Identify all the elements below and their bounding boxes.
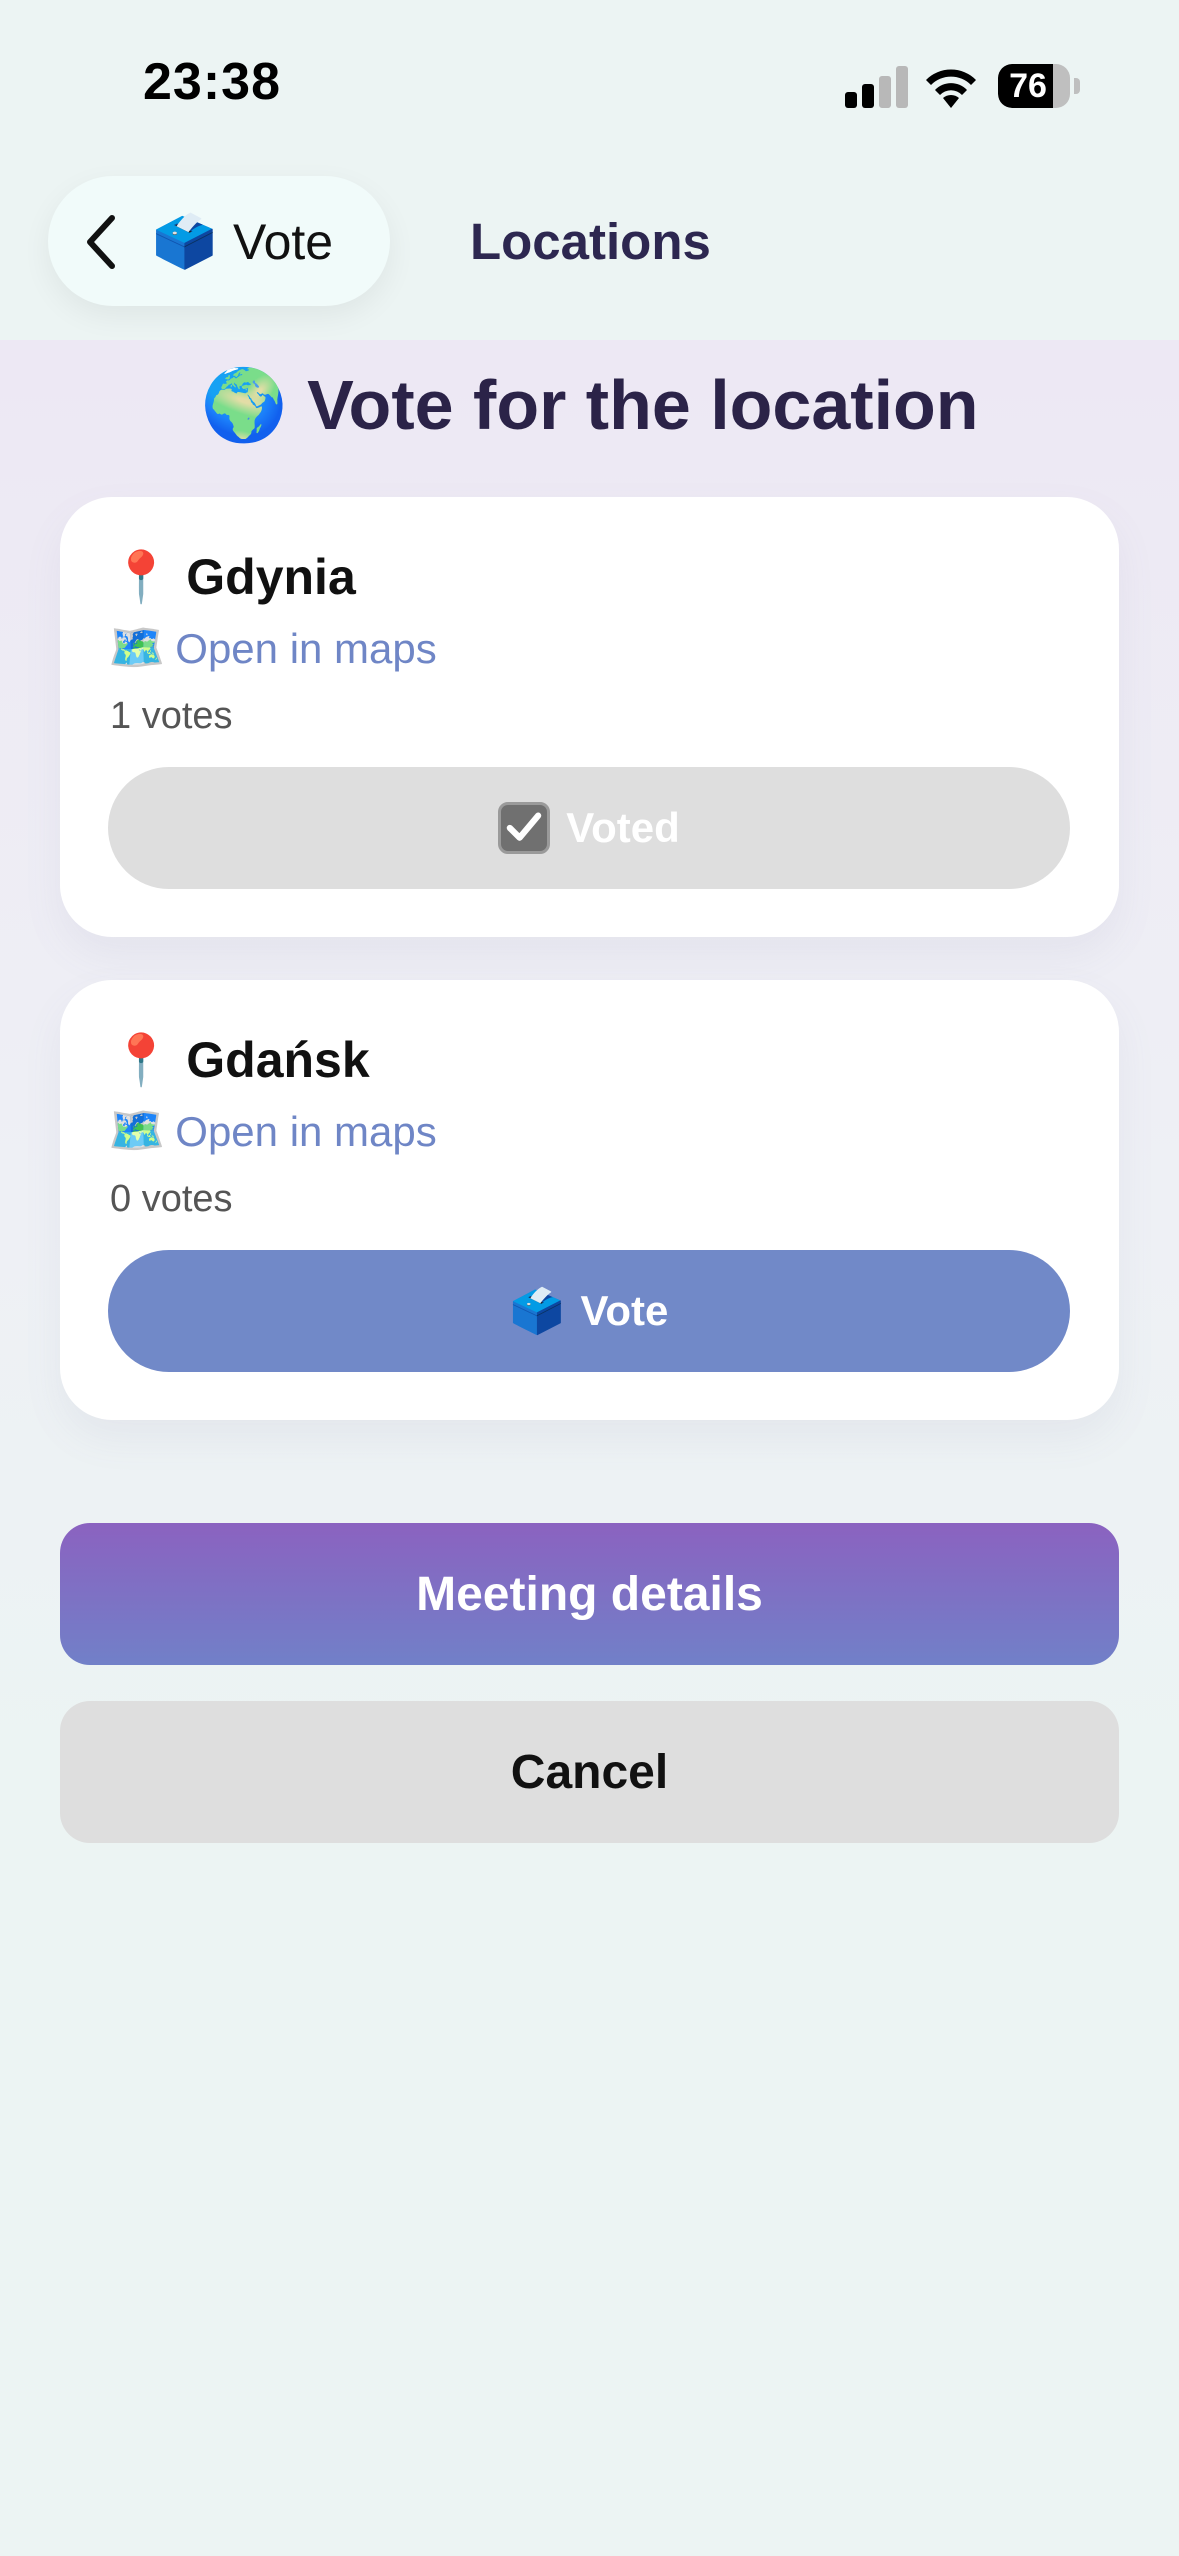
open-in-maps-label: Open in maps <box>175 625 437 672</box>
voted-button-label: Voted <box>566 804 680 851</box>
location-name: Gdańsk <box>186 1032 370 1088</box>
ballot-box-icon: 🗳️ <box>509 1287 565 1336</box>
checkmark-icon <box>498 802 551 854</box>
location-name-row: 📍 Gdynia <box>110 547 356 607</box>
open-in-maps-label: Open in maps <box>175 1108 437 1155</box>
globe-icon: 🌍 <box>200 366 288 444</box>
page-title: Locations <box>470 213 711 270</box>
nav-bar: 🗳️ Vote Locations <box>0 176 1179 340</box>
back-button[interactable]: 🗳️ Vote <box>48 176 390 306</box>
battery-tip <box>1074 78 1080 94</box>
location-name: Gdynia <box>186 549 356 605</box>
meeting-details-button[interactable]: Meeting details <box>60 1523 1119 1665</box>
back-button-label: Vote <box>233 214 334 270</box>
cancel-button[interactable]: Cancel <box>60 1701 1119 1843</box>
section-heading-text: Vote for the location <box>307 366 979 444</box>
wifi-icon <box>926 69 976 108</box>
location-card: 📍 Gdynia 🗺️ Open in maps 1 votes Voted <box>60 497 1119 937</box>
open-in-maps-link[interactable]: 🗺️ Open in maps <box>108 619 437 677</box>
location-name-row: 📍 Gdańsk <box>110 1030 370 1090</box>
status-bar: 23:38 76 <box>0 0 1179 176</box>
vote-button[interactable]: 🗳️ Vote <box>108 1250 1070 1372</box>
map-icon: 🗺️ <box>108 1104 166 1156</box>
cellular-signal-icon <box>845 66 908 108</box>
ballot-box-icon: 🗳️ <box>152 213 217 271</box>
vote-button-label: Vote <box>580 1287 669 1334</box>
status-time: 23:38 <box>143 53 281 111</box>
voted-button[interactable]: Voted <box>108 767 1070 889</box>
pin-icon: 📍 <box>110 549 173 605</box>
section-heading: 🌍 Vote for the location <box>0 360 1179 450</box>
chevron-left-icon <box>87 215 115 269</box>
votes-count: 1 votes <box>110 695 233 737</box>
location-card: 📍 Gdańsk 🗺️ Open in maps 0 votes 🗳️ Vote <box>60 980 1119 1420</box>
battery-icon: 76 <box>998 64 1070 108</box>
votes-count: 0 votes <box>110 1178 233 1220</box>
battery-percent: 76 <box>1009 67 1047 105</box>
pin-icon: 📍 <box>110 1032 173 1088</box>
map-icon: 🗺️ <box>108 621 166 673</box>
open-in-maps-link[interactable]: 🗺️ Open in maps <box>108 1102 437 1160</box>
